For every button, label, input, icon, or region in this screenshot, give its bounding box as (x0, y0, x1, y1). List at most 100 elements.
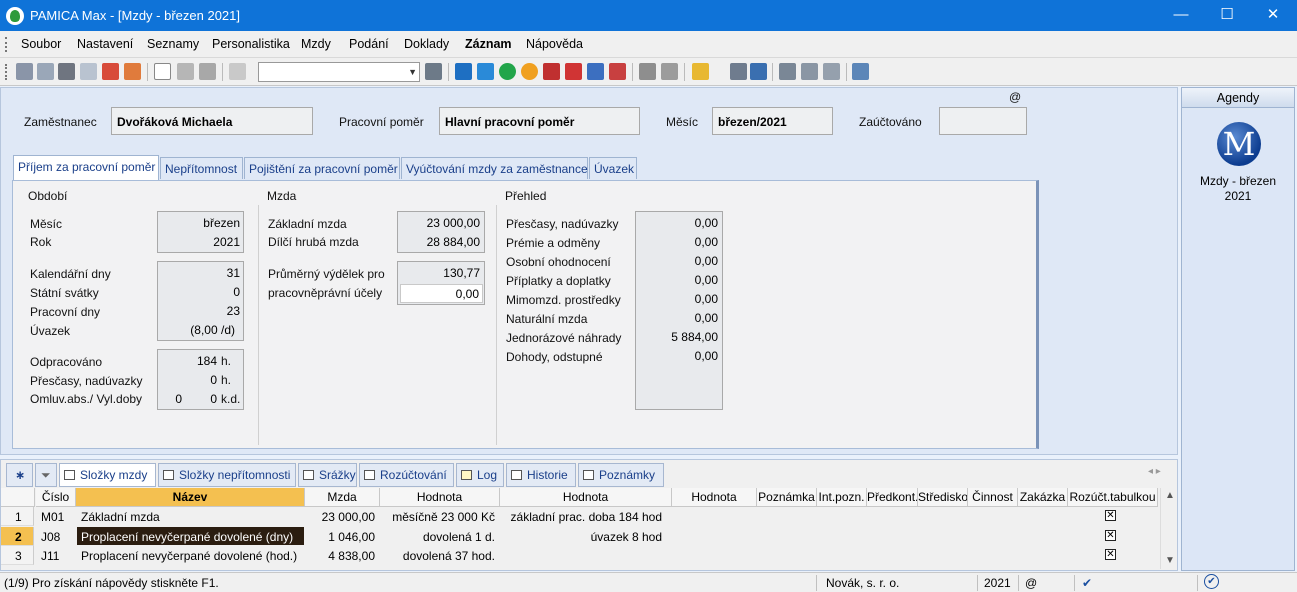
print-icon[interactable] (58, 63, 75, 80)
save-all-icon[interactable] (199, 63, 216, 80)
grid-cell-v2[interactable]: úvazek 8 hod (500, 527, 662, 546)
person-orange-icon[interactable] (521, 63, 538, 80)
menu-grip[interactable] (5, 37, 8, 52)
allocation-checkbox[interactable]: ✕ (1105, 510, 1116, 521)
avg-earnings-input[interactable]: 0,00 (400, 284, 483, 303)
tab-log[interactable]: Log (456, 463, 504, 487)
employee-field[interactable]: Dvořáková Michaela (111, 107, 313, 135)
iban-icon[interactable] (750, 63, 767, 80)
column-header[interactable]: Mzda (305, 488, 380, 507)
grid-cell-name[interactable]: Základní mzda (77, 507, 304, 526)
column-header[interactable]: Hodnota (380, 488, 500, 507)
grid-cell-name[interactable]: Proplacení nevyčerpané dovolené (dny) (77, 527, 304, 545)
allocation-checkbox[interactable]: ✕ (1105, 549, 1116, 560)
tab-history[interactable]: Historie (506, 463, 576, 487)
list-icon[interactable] (801, 63, 818, 80)
tab-absence[interactable]: Nepřítomnost (160, 157, 243, 179)
grid-cell-v1[interactable]: měsíčně 23 000 Kč (380, 507, 495, 526)
column-header[interactable]: Int.pozn. (817, 488, 867, 507)
print-preview-icon[interactable] (80, 63, 97, 80)
menu-napoveda[interactable]: Nápověda (526, 37, 583, 51)
minimize-button[interactable]: — (1158, 0, 1204, 31)
funnel-icon[interactable] (639, 63, 656, 80)
funnel-clear-icon[interactable] (661, 63, 678, 80)
folder-icon[interactable] (692, 63, 709, 80)
upload-icon[interactable] (477, 63, 494, 80)
column-header[interactable]: Předkont. (867, 488, 918, 507)
tab-deductions[interactable]: Srážky (298, 463, 357, 487)
tools-icon[interactable] (852, 63, 869, 80)
export-icon[interactable] (124, 63, 141, 80)
relation-field[interactable]: Hlavní pracovní poměr (439, 107, 640, 135)
module-m-icon[interactable] (455, 63, 472, 80)
column-header[interactable]: Číslo (36, 488, 76, 507)
copy-record-icon[interactable] (37, 63, 54, 80)
column-header[interactable]: Hodnota (672, 488, 757, 507)
column-header[interactable]: Název (76, 488, 305, 507)
month-field[interactable]: březen/2021 (712, 107, 833, 135)
column-header[interactable]: Středisko (918, 488, 968, 507)
mail-send-icon[interactable] (609, 63, 626, 80)
message-icon[interactable] (779, 63, 796, 80)
tab-settlement[interactable]: Vyúčtování mzdy za zaměstnance (401, 157, 588, 179)
agenda-item-label[interactable]: Mzdy - březen 2021 (1183, 174, 1293, 204)
row-number[interactable]: 3 (1, 546, 34, 565)
tab-scroll-arrows[interactable]: ◂ ▸ (1148, 466, 1161, 477)
chevron-down-icon[interactable]: ▼ (408, 67, 417, 77)
person-green-icon[interactable] (499, 63, 516, 80)
maximize-button[interactable]: ☐ (1204, 0, 1250, 31)
tab-load[interactable]: Úvazek (589, 157, 637, 179)
allocation-checkbox[interactable]: ✕ (1105, 530, 1116, 541)
scroll-down-icon[interactable]: ▼ (1165, 555, 1175, 566)
mail-red-icon[interactable] (565, 63, 582, 80)
menu-personalistika[interactable]: Personalistika (212, 37, 290, 51)
menu-seznamy[interactable]: Seznamy (147, 37, 199, 51)
scroll-up-icon[interactable]: ▲ (1165, 490, 1175, 501)
payroll-agenda-icon[interactable]: M (1217, 122, 1261, 166)
tab-insurance[interactable]: Pojištění za pracovní poměr (244, 157, 400, 179)
column-header[interactable]: Hodnota (500, 488, 672, 507)
tab-income[interactable]: Příjem za pracovní poměr (13, 155, 159, 181)
menu-podani[interactable]: Podání (349, 37, 389, 51)
grid-cell-v2[interactable] (500, 546, 662, 565)
grid-filter-icon[interactable]: ⏷ (35, 463, 57, 487)
menu-nastaveni[interactable]: Nastavení (77, 37, 133, 51)
grid-cell-v1[interactable]: dovolená 37 hod. (380, 546, 495, 565)
posted-field[interactable] (939, 107, 1027, 135)
grid-cell-name[interactable]: Proplacení nevyčerpané dovolené (hod.) (77, 546, 304, 565)
save-icon[interactable] (177, 63, 194, 80)
pdf-icon[interactable] (102, 63, 119, 80)
tab-notes[interactable]: Poznámky (578, 463, 664, 487)
grid-cell-v2[interactable]: základní prac. doba 184 hod (500, 507, 662, 526)
notes-icon[interactable] (823, 63, 840, 80)
row-number[interactable]: 2 (1, 527, 34, 546)
tab-absence-components[interactable]: Složky nepřítomnosti (158, 463, 296, 487)
menu-zaznam[interactable]: Záznam (465, 37, 512, 51)
new-record-icon[interactable] (16, 63, 33, 80)
menu-soubor[interactable]: Soubor (21, 37, 61, 51)
tab-allocation[interactable]: Rozúčtování (359, 463, 454, 487)
grid-cell-wage[interactable]: 23 000,00 (305, 507, 375, 526)
column-header[interactable]: Rozúčt.tabulkou (1068, 488, 1158, 507)
add-row-button[interactable]: ∗ (6, 463, 33, 487)
menu-doklady[interactable]: Doklady (404, 37, 449, 51)
column-header[interactable]: Činnost (968, 488, 1018, 507)
close-button[interactable]: ✕ (1250, 0, 1296, 31)
tab-wage-components[interactable]: Složky mzdy (59, 463, 156, 487)
row-number[interactable]: 1 (1, 507, 34, 526)
column-header[interactable]: Poznámka (757, 488, 817, 507)
grid-cell-wage[interactable]: 1 046,00 (305, 527, 375, 546)
menu-mzdy[interactable]: Mzdy (301, 37, 331, 51)
filter-icon[interactable] (425, 63, 442, 80)
mail-blue-icon[interactable] (587, 63, 604, 80)
report-red-icon[interactable] (543, 63, 560, 80)
grid-cell-code[interactable]: J11 (41, 546, 75, 565)
column-header[interactable]: Zakázka (1018, 488, 1068, 507)
quick-filter-combo[interactable]: ▼ (258, 62, 420, 82)
grid-cell-code[interactable]: J08 (41, 527, 75, 546)
new-document-icon[interactable] (154, 63, 171, 80)
grid-cell-v1[interactable]: dovolená 1 d. (380, 527, 495, 546)
toolbar-grip[interactable] (5, 64, 8, 80)
grid-scrollbar[interactable]: ▲ ▼ (1160, 488, 1177, 569)
duplicate-icon[interactable] (229, 63, 246, 80)
